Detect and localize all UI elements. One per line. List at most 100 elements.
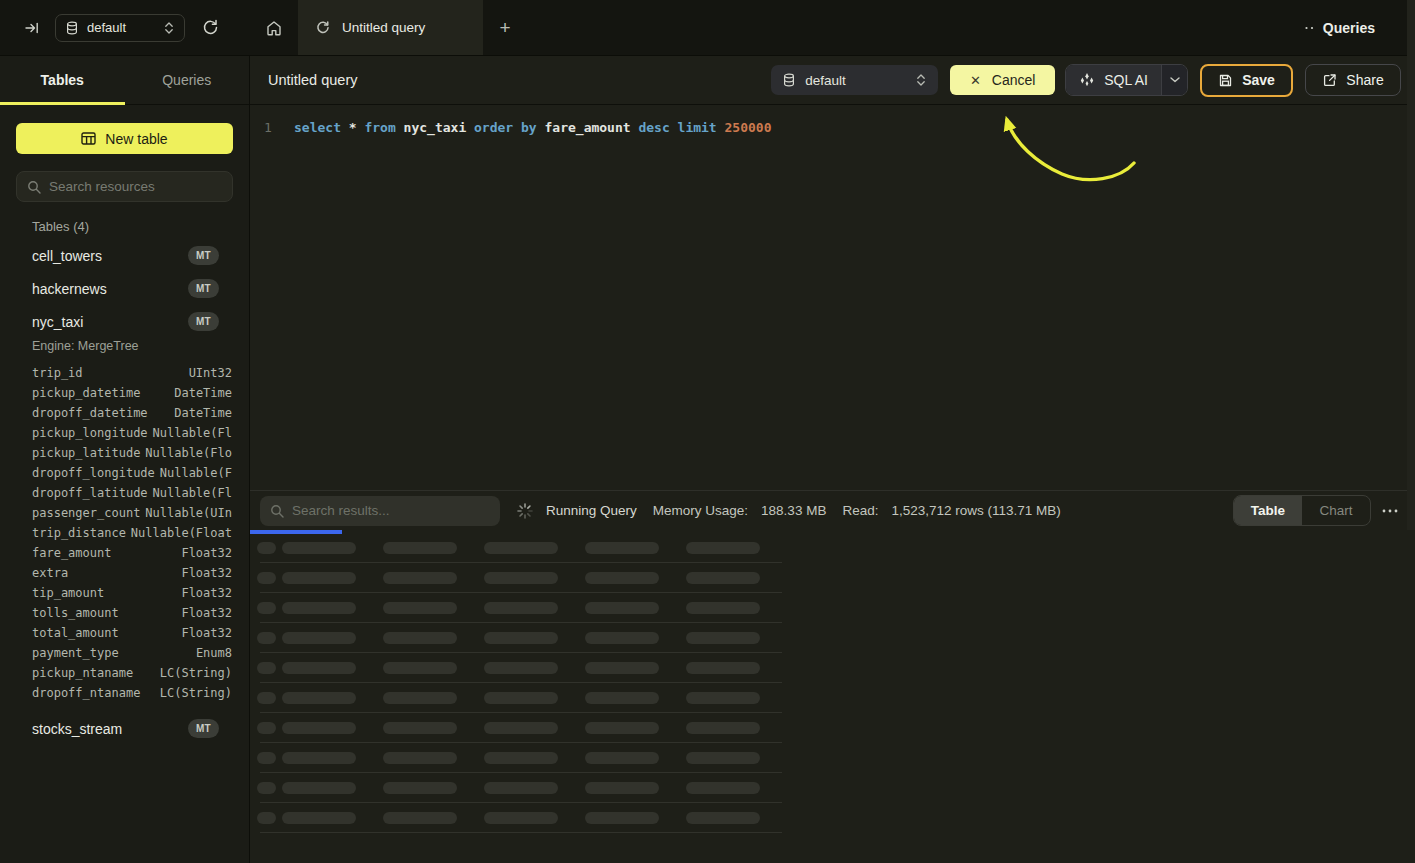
tables-list: cell_towersMT hackernews MT nyc_taxiMTEngin… xyxy=(0,239,249,745)
main-pane: Untitled query default ✕ Cancel xyxy=(250,56,1415,863)
more-options-button[interactable] xyxy=(1381,509,1399,513)
plus-icon: + xyxy=(499,17,510,39)
column-name: dropoff_longitude xyxy=(32,466,155,480)
resource-search[interactable] xyxy=(16,171,233,202)
save-label: Save xyxy=(1242,72,1275,88)
column-row: payment_typeEnum8 xyxy=(0,643,249,663)
results-search-input[interactable] xyxy=(292,503,490,518)
skeleton-cell xyxy=(383,602,457,614)
save-button[interactable]: Save xyxy=(1200,64,1293,97)
scrollbar-track[interactable] xyxy=(1407,0,1415,530)
sidebar-tab-tables[interactable]: Tables xyxy=(0,56,125,104)
column-name: tip_amount xyxy=(32,586,104,600)
skeleton-cell xyxy=(585,692,659,704)
skeleton-cell xyxy=(282,692,356,704)
refresh-icon[interactable] xyxy=(202,19,219,36)
skeleton-cell xyxy=(257,572,276,584)
resource-search-input[interactable] xyxy=(49,179,222,194)
queries-link[interactable]: Queries xyxy=(1304,0,1415,55)
column-type: Nullable(Float xyxy=(131,526,232,540)
new-tab-button[interactable]: + xyxy=(483,0,527,55)
skeleton-cell xyxy=(383,662,457,674)
engine-label: Engine: MergeTree xyxy=(0,338,249,354)
table-item-stocks_stream[interactable]: stocks_streamMT xyxy=(0,712,249,745)
sql-token-ident: fare_amount xyxy=(537,120,631,135)
sql-token-keyword: order xyxy=(466,120,513,135)
tab-untitled-query[interactable]: Untitled query xyxy=(298,0,483,55)
skeleton-cell xyxy=(257,722,276,734)
skeleton-cell xyxy=(282,542,356,554)
tables-section-label: Tables (4) xyxy=(32,220,249,234)
column-name: payment_type xyxy=(32,646,119,660)
cancel-button[interactable]: ✕ Cancel xyxy=(950,65,1055,95)
column-row: pickup_latitudeNullable(Flo xyxy=(0,443,249,463)
database-selector[interactable]: default xyxy=(771,65,938,95)
skeleton-cell xyxy=(686,572,760,584)
skeleton-cell xyxy=(383,632,457,644)
skeleton-cell xyxy=(686,602,760,614)
table-item-hackernews[interactable]: hackernews MT xyxy=(0,272,249,305)
home-tab[interactable] xyxy=(250,0,298,55)
skeleton-cell xyxy=(686,782,760,794)
sidebar-tab-queries[interactable]: Queries xyxy=(125,56,250,104)
skeleton-cell xyxy=(257,812,276,824)
engine-badge: MT xyxy=(188,279,219,298)
skeleton-row xyxy=(250,533,782,563)
sql-editor[interactable]: 1 select * from nyc_taxi order by fare_a… xyxy=(250,105,1415,490)
results-search[interactable] xyxy=(260,496,500,526)
skeleton-cell xyxy=(282,572,356,584)
column-type: Nullable(Flo xyxy=(145,446,232,460)
collapse-sidebar-icon[interactable] xyxy=(24,20,40,36)
read-label: Read: xyxy=(842,503,878,518)
body: Tables Queries New table Tables (4) cell… xyxy=(0,56,1415,863)
results-table-loading xyxy=(250,530,1415,863)
sql-ai-main[interactable]: SQL AI xyxy=(1066,65,1161,95)
sql-token-ident: * xyxy=(341,120,357,135)
table-item-cell_towers[interactable]: cell_towersMT xyxy=(0,239,249,272)
column-type: Nullable(Fl xyxy=(153,426,232,440)
skeleton-cell xyxy=(282,602,356,614)
topbar-left: default xyxy=(0,0,250,55)
sync-icon xyxy=(315,20,330,35)
sql-ai-dropdown[interactable] xyxy=(1161,65,1187,95)
skeleton-row xyxy=(250,683,782,713)
column-name: total_amount xyxy=(32,626,119,640)
chevron-down-icon xyxy=(1170,77,1180,83)
engine-badge: MT xyxy=(188,246,219,265)
home-icon xyxy=(265,19,283,37)
toggle-table[interactable]: Table xyxy=(1234,496,1302,525)
toggle-chart[interactable]: Chart xyxy=(1302,496,1370,525)
sql-token-keyword: select xyxy=(294,120,341,135)
skeleton-cell xyxy=(686,722,760,734)
table-item-nyc_taxi[interactable]: nyc_taxiMT xyxy=(0,305,249,338)
skeleton-cell xyxy=(282,782,356,794)
column-row: tolls_amountFloat32 xyxy=(0,603,249,623)
save-icon xyxy=(1218,73,1233,88)
skeleton-cell xyxy=(484,662,558,674)
share-button[interactable]: Share xyxy=(1305,64,1401,96)
column-name: trip_id xyxy=(32,366,83,380)
new-table-button[interactable]: New table xyxy=(16,123,233,154)
column-row: dropoff_latitudeNullable(Fl xyxy=(0,483,249,503)
database-selector-value: default xyxy=(805,73,906,88)
sql-ai-label: SQL AI xyxy=(1104,72,1148,88)
column-type: Nullable(UIn xyxy=(145,506,232,520)
table-name: stocks_stream xyxy=(32,721,122,737)
column-row: trip_idUInt32 xyxy=(0,363,249,383)
tab-label: Untitled query xyxy=(342,20,425,35)
table-name: hackernews xyxy=(32,281,107,297)
column-name: pickup_ntaname xyxy=(32,666,133,680)
column-name: dropoff_ntaname xyxy=(32,686,140,700)
skeleton-cell xyxy=(585,602,659,614)
sidebar-tabs: Tables Queries xyxy=(0,56,249,105)
skeleton-cell xyxy=(383,782,457,794)
skeleton-cell xyxy=(383,692,457,704)
database-selector[interactable]: default xyxy=(55,14,185,42)
skeleton-row xyxy=(250,713,782,743)
column-row: passenger_countNullable(UIn xyxy=(0,503,249,523)
sql-code: select * from nyc_taxi order by fare_amo… xyxy=(286,116,772,140)
skeleton-cell xyxy=(484,692,558,704)
column-row: dropoff_datetimeDateTime xyxy=(0,403,249,423)
search-icon xyxy=(27,180,41,194)
column-row: total_amountFloat32 xyxy=(0,623,249,643)
